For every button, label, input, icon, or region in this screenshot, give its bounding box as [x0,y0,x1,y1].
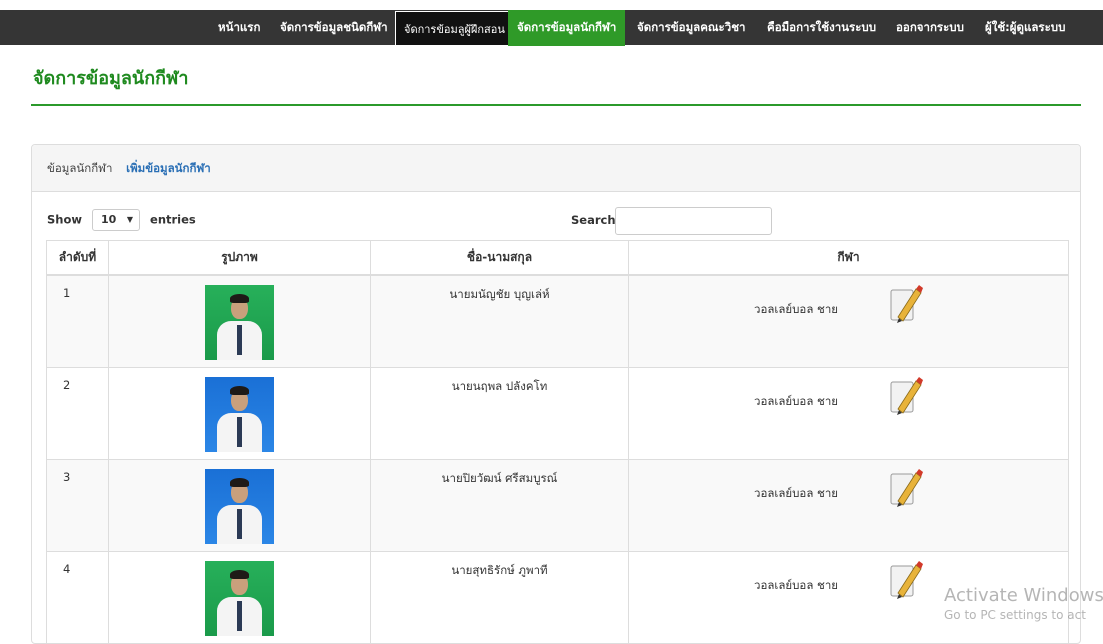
watermark-line1: Activate Windows [944,585,1103,606]
entries-value: 10 [101,213,117,226]
panel-heading: ข้อมูลนักกีฬา เพิ่มข้อมูลนักกีฬา [32,145,1080,192]
photo-cell [108,550,371,644]
add-athlete-link[interactable]: เพิ่มข้อมูลนักกีฬา [126,161,211,175]
athlete-photo [205,560,274,636]
athletes-panel: ข้อมูลนักกีฬา เพิ่มข้อมูลนักกีฬา Show 10… [31,144,1081,644]
page-title: จัดการข้อมูลนักกีฬา [33,68,189,89]
athlete-photo [205,468,274,544]
edit-pencil-icon[interactable] [889,284,923,324]
athlete-sport: วอลเลย์บอล ชาย [754,393,839,408]
row-number: 4 [46,550,109,644]
table-row: 3 นายปิยวัฒน์ ศรีสมบูรณ์ วอลเลย์บอล ชาย [46,458,1069,552]
edit-pencil-icon[interactable] [889,560,923,600]
nav-manual[interactable]: คือมือการใช้งานระบบ [767,10,876,45]
header-order[interactable]: ลำดับที่ [46,240,109,276]
chevron-down-icon: ▼ [126,215,134,224]
top-navbar: หน้าแรก จัดการข้อมูลชนิดกีฬา จัดการข้อมล… [0,10,1103,46]
sport-cell: วอลเลย์บอล ชาย [628,458,1069,552]
edit-pencil-icon[interactable] [889,468,923,508]
table-controls: Show 10 ▼ entries Search: [47,205,1067,235]
table-row: 4 นายสุทธิรักษ์ ภูพาที วอลเลย์บอล ชาย [46,550,1069,644]
row-number: 1 [46,274,109,368]
photo-cell [108,458,371,552]
row-number: 3 [46,458,109,552]
panel-heading-label: ข้อมูลนักกีฬา [47,161,113,175]
athlete-name: นายปิยวัฒน์ ศรีสมบูรณ์ [370,458,629,552]
athlete-name: นายสุทธิรักษ์ ภูพาที [370,550,629,644]
row-number: 2 [46,366,109,460]
athlete-photo [205,284,274,360]
nav-athletes[interactable]: จัดการข้อมูลนักกีฬา [508,10,626,46]
nav-faculties[interactable]: จัดการข้อมูลคณะวิชา [637,10,745,45]
entries-label: entries [150,212,196,227]
athlete-photo [205,376,274,452]
photo-cell [108,274,371,368]
sport-cell: วอลเลย์บอล ชาย [628,274,1069,368]
athlete-name: นายมนัญชัย บุญเล่ห์ [370,274,629,368]
show-label: Show [47,212,82,227]
table-header-row: ลำดับที่ รูปภาพ ชื่อ-นามสกุล กีฬา [46,240,1069,276]
header-sport[interactable]: กีฬา [628,240,1069,276]
nav-logout[interactable]: ออกจากระบบ [896,10,964,45]
athletes-table: ลำดับที่ รูปภาพ ชื่อ-นามสกุล กีฬา 1 นายมน… [46,240,1069,644]
table-row: 1 นายมนัญชัย บุญเล่ห์ วอลเลย์บอล ชาย [46,274,1069,368]
nav-user[interactable]: ผู้ใช้:ผู้ดูแลระบบ [985,10,1065,45]
nav-coaches[interactable]: จัดการข้อมลูผู้ฝึกสอน [395,11,514,46]
watermark-line2: Go to PC settings to act [944,608,1086,622]
nav-sport-types[interactable]: จัดการข้อมูลชนิดกีฬา [280,10,388,45]
title-divider [31,104,1081,106]
search-input[interactable] [615,207,772,235]
activate-windows-watermark: Activate Windows Go to PC settings to ac… [944,585,1103,622]
athlete-sport: วอลเลย์บอล ชาย [754,577,839,592]
photo-cell [108,366,371,460]
search-label: Search: [571,213,621,227]
athlete-name: นายนฤพล ปลังคโท [370,366,629,460]
edit-pencil-icon[interactable] [889,376,923,416]
entries-control: Show 10 ▼ entries [47,209,196,231]
athlete-sport: วอลเลย์บอล ชาย [754,485,839,500]
header-photo[interactable]: รูปภาพ [108,240,371,276]
nav-home[interactable]: หน้าแรก [218,10,260,45]
athlete-sport: วอลเลย์บอล ชาย [754,301,839,316]
header-name[interactable]: ชื่อ-นามสกุล [370,240,629,276]
sport-cell: วอลเลย์บอล ชาย [628,366,1069,460]
table-row: 2 นายนฤพล ปลังคโท วอลเลย์บอล ชาย [46,366,1069,460]
entries-select[interactable]: 10 ▼ [92,209,141,231]
